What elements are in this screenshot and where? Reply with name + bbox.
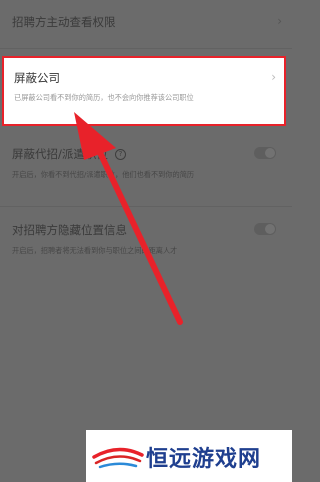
watermark-text: 恒远游戏网 <box>146 446 262 472</box>
watermark-logo <box>92 447 144 469</box>
watermark-banner: 恒远游戏网 <box>86 430 292 482</box>
annotation-arrow <box>74 112 183 325</box>
